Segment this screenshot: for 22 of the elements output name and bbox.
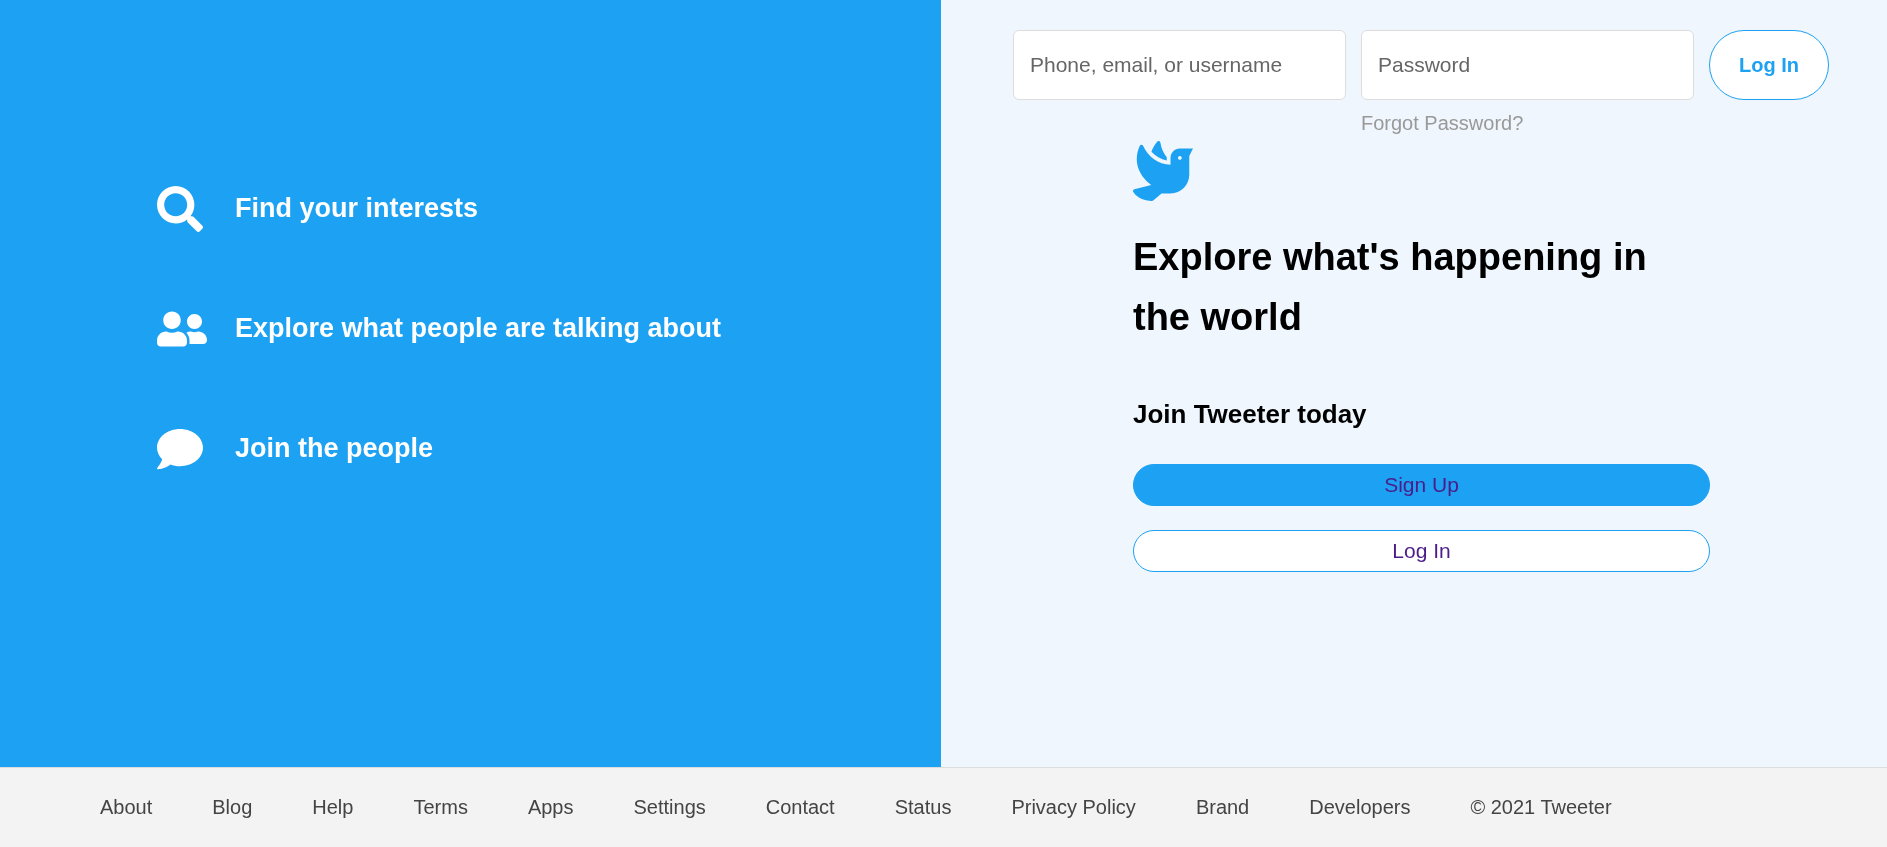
footer-link[interactable]: About: [100, 796, 153, 819]
footer-link[interactable]: Contact: [765, 796, 835, 819]
footer-link[interactable]: Terms: [413, 796, 468, 819]
footer-link[interactable]: Status: [894, 796, 952, 819]
footer-link[interactable]: Settings: [633, 796, 706, 819]
username-field[interactable]: Phone, email, or username: [1013, 30, 1346, 100]
copyright-text: © 2021 Tweeter: [1470, 796, 1612, 819]
footer-link[interactable]: Brand: [1195, 796, 1250, 819]
password-field[interactable]: Password: [1361, 30, 1694, 100]
subheading: Join Tweeter today: [1133, 399, 1368, 430]
footer-link[interactable]: Developers: [1309, 796, 1411, 819]
login-button[interactable]: Log In: [1133, 530, 1710, 572]
footer-link[interactable]: Privacy Policy: [1011, 796, 1136, 819]
signup-button[interactable]: Sign Up: [1133, 464, 1710, 506]
bird-logo-icon: [1133, 141, 1193, 201]
feature-text: Explore what people are talking about: [235, 313, 722, 344]
footer-link[interactable]: Help: [312, 796, 354, 819]
feature-text: Find your interests: [235, 193, 479, 224]
feature-text: Join the people: [235, 433, 434, 464]
footer-link[interactable]: Blog: [212, 796, 253, 819]
footer-link[interactable]: Apps: [527, 796, 574, 819]
headline: Explore what's happening in the world: [1133, 235, 1648, 340]
